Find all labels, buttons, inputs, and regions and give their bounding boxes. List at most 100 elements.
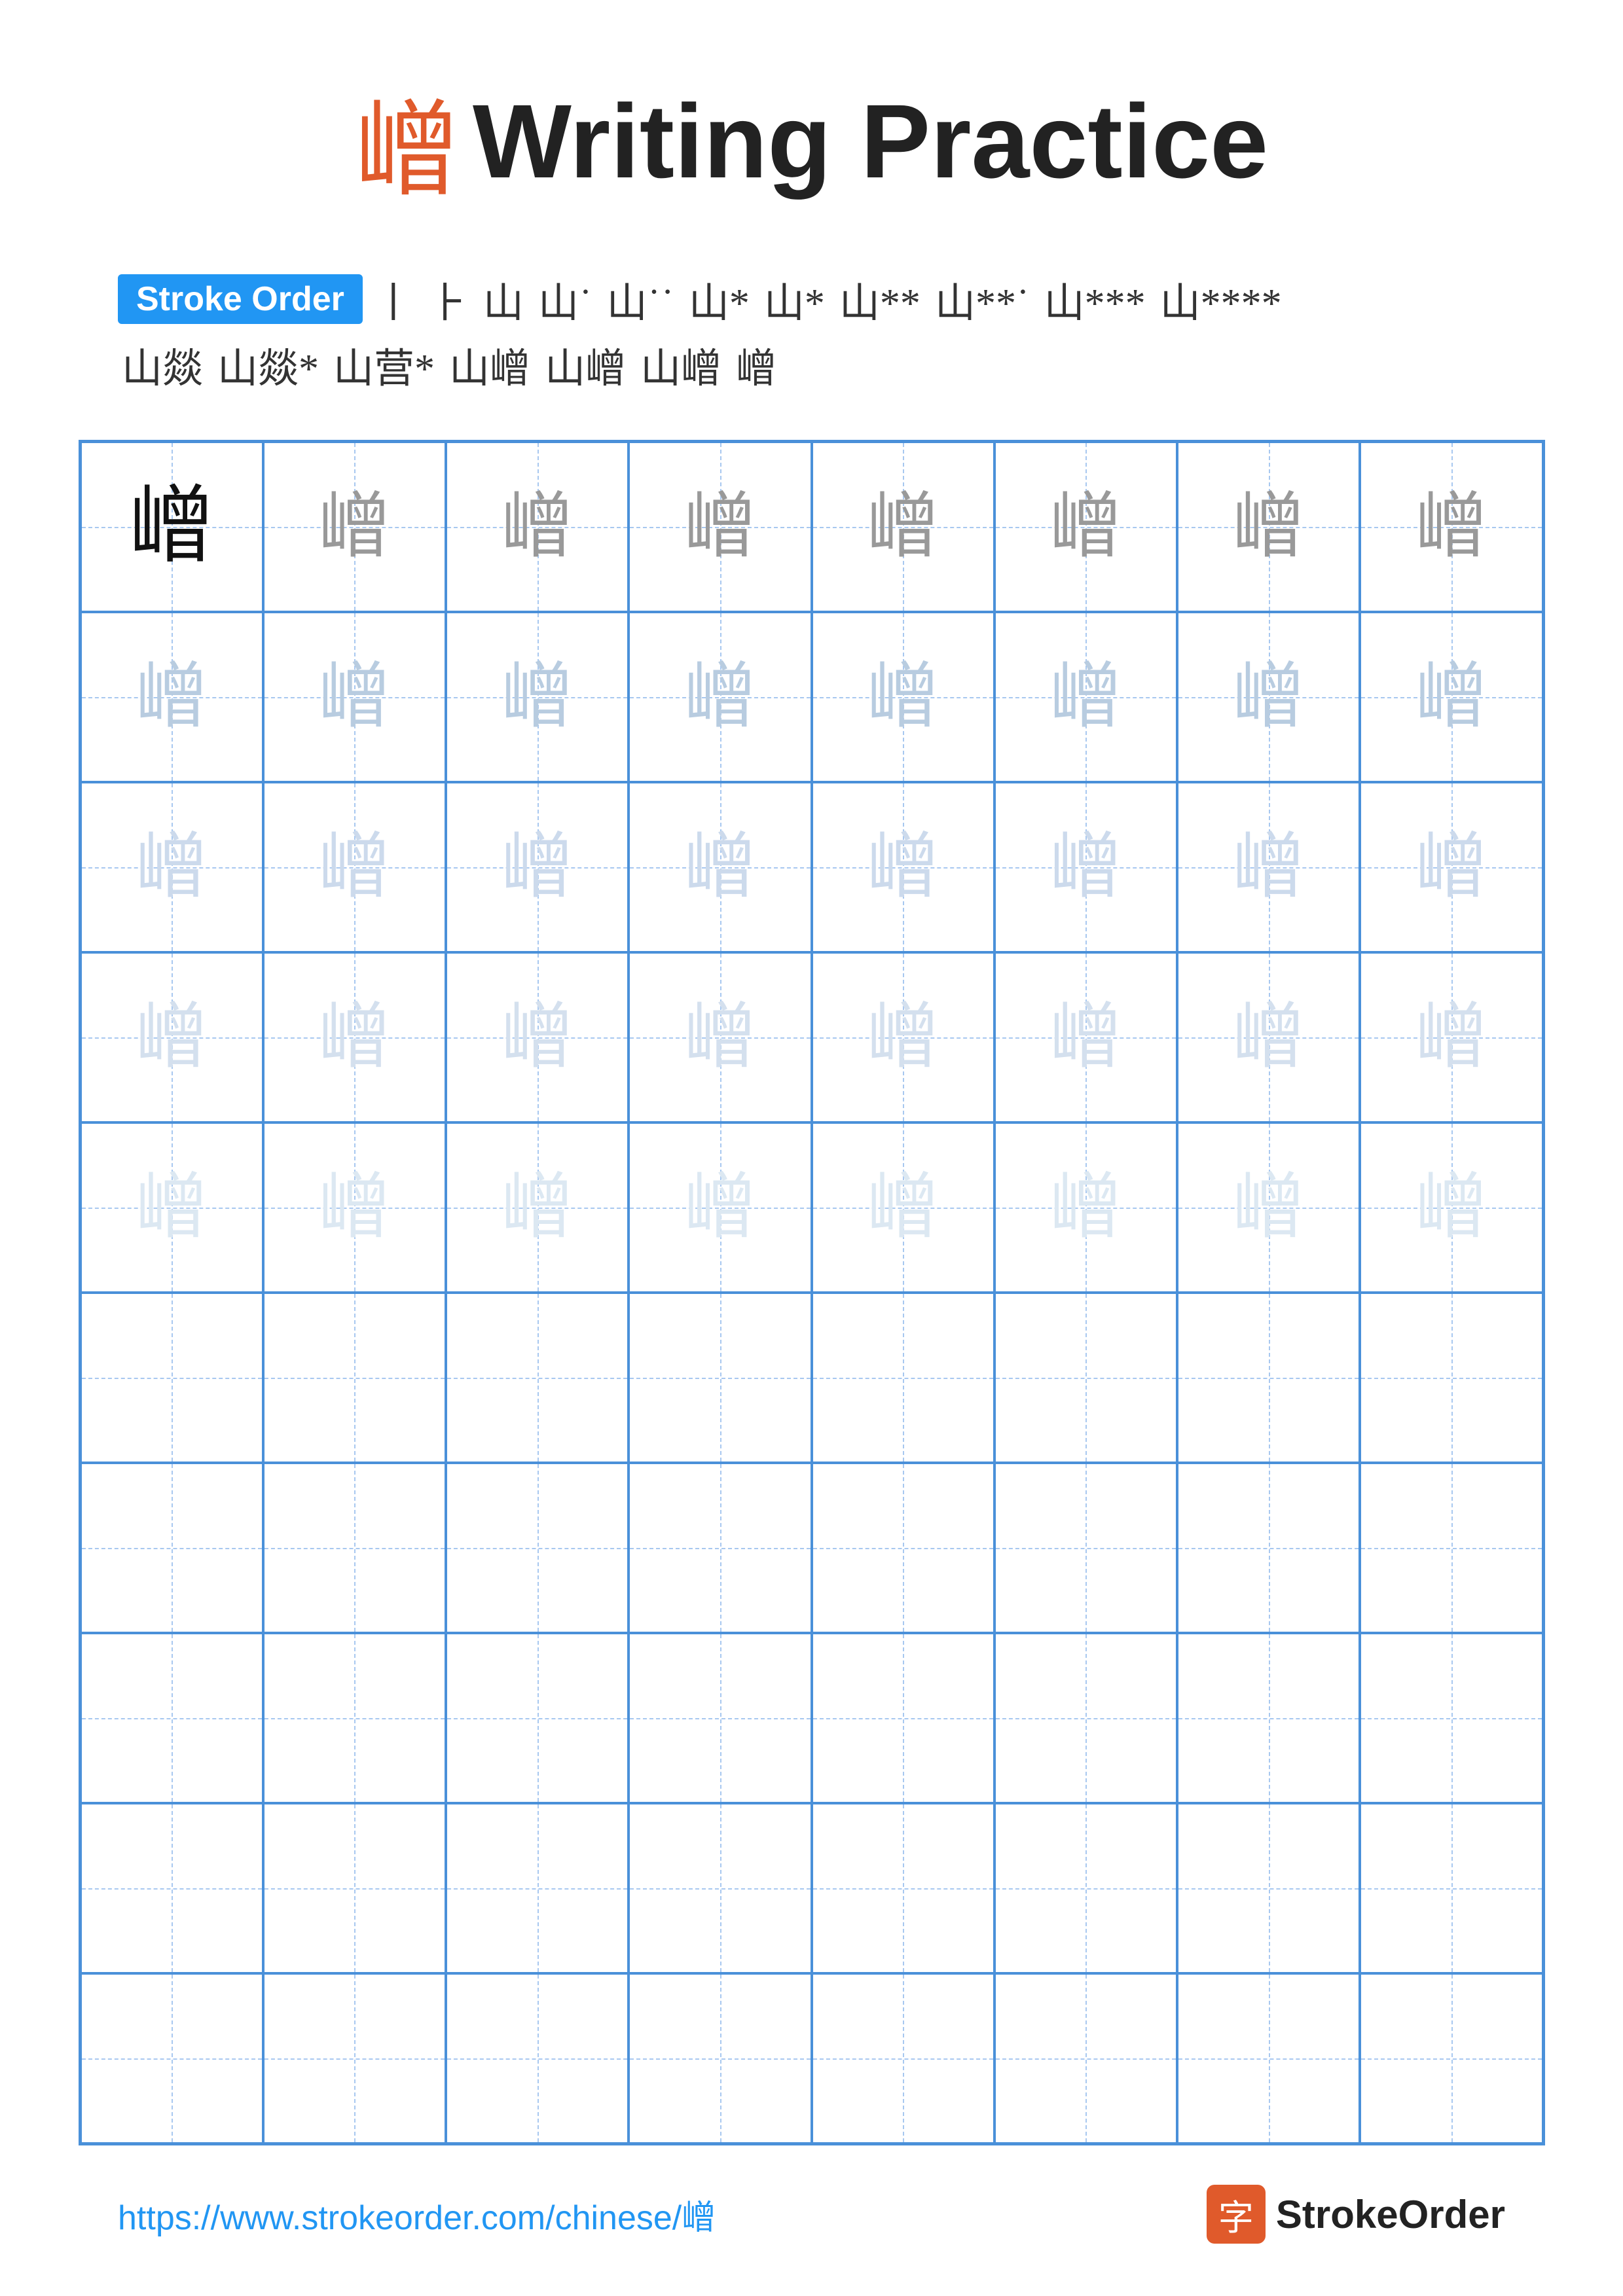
grid-cell[interactable]: 嶒: [1177, 952, 1360, 1122]
grid-cell[interactable]: 嶒: [81, 442, 263, 612]
grid-cell[interactable]: [1360, 1633, 1542, 1803]
grid-cell[interactable]: [81, 1463, 263, 1633]
grid-cell[interactable]: [446, 1293, 629, 1463]
cell-character: 嶒: [1049, 1172, 1122, 1244]
grid-cell[interactable]: [263, 1463, 446, 1633]
grid-cell[interactable]: 嶒: [446, 1122, 629, 1293]
cell-character: 嶒: [1415, 491, 1487, 563]
grid-cell[interactable]: [1360, 1973, 1542, 2144]
grid-cell[interactable]: 嶒: [1177, 782, 1360, 952]
grid-cell[interactable]: 嶒: [629, 1122, 811, 1293]
footer-url[interactable]: https://www.strokeorder.com/chinese/嶒: [118, 2190, 716, 2239]
grid-cell[interactable]: 嶒: [994, 612, 1177, 782]
cell-character: 嶒: [136, 661, 208, 733]
grid-cell[interactable]: [263, 1633, 446, 1803]
grid-cell[interactable]: 嶒: [629, 612, 811, 782]
grid-cell[interactable]: [812, 1633, 994, 1803]
grid-cell[interactable]: 嶒: [446, 952, 629, 1122]
grid-cell[interactable]: [629, 1633, 811, 1803]
grid-cell[interactable]: 嶒: [263, 442, 446, 612]
grid-cell[interactable]: 嶒: [1360, 442, 1542, 612]
cell-character: 嶒: [1049, 491, 1122, 563]
grid-cell[interactable]: 嶒: [994, 952, 1177, 1122]
grid-cell[interactable]: [446, 1463, 629, 1633]
grid-cell[interactable]: 嶒: [994, 782, 1177, 952]
grid-cell[interactable]: [1360, 1803, 1542, 1973]
grid-cell[interactable]: [994, 1973, 1177, 2144]
cell-character: 嶒: [867, 1172, 939, 1244]
grid-cell[interactable]: [629, 1293, 811, 1463]
grid-cell[interactable]: [263, 1293, 446, 1463]
grid-cell[interactable]: [994, 1803, 1177, 1973]
grid-cell[interactable]: [1177, 1293, 1360, 1463]
grid-cell[interactable]: [263, 1973, 446, 2144]
grid-cell[interactable]: [994, 1293, 1177, 1463]
grid-cell[interactable]: [81, 1973, 263, 2144]
grid-cell[interactable]: 嶒: [1360, 612, 1542, 782]
grid-cell[interactable]: [263, 1803, 446, 1973]
stroke-order-badge: Stroke Order: [118, 274, 363, 324]
grid-cell[interactable]: 嶒: [994, 442, 1177, 612]
grid-cell[interactable]: 嶒: [629, 782, 811, 952]
grid-cell[interactable]: 嶒: [263, 612, 446, 782]
grid-cell[interactable]: 嶒: [994, 1122, 1177, 1293]
grid-cell[interactable]: 嶒: [81, 1122, 263, 1293]
grid-cell[interactable]: 嶒: [812, 612, 994, 782]
cell-character: 嶒: [1233, 661, 1305, 733]
grid-cell[interactable]: 嶒: [263, 952, 446, 1122]
grid-cell[interactable]: [446, 1803, 629, 1973]
grid-cell[interactable]: 嶒: [81, 952, 263, 1122]
grid-cell[interactable]: 嶒: [812, 1122, 994, 1293]
stroke-order-row-2: 山燚 山燚* 山营* 山嶒 山嶒 山嶒 嶒: [118, 335, 1505, 394]
cell-character: 嶒: [684, 831, 756, 903]
stroke-step-13: 山燚*: [217, 335, 319, 394]
grid-cell[interactable]: 嶒: [1360, 1122, 1542, 1293]
grid-cell[interactable]: [994, 1633, 1177, 1803]
grid-cell[interactable]: [629, 1973, 811, 2144]
cell-character: 嶒: [501, 831, 574, 903]
grid-cell[interactable]: 嶒: [629, 442, 811, 612]
cell-character: 嶒: [129, 484, 214, 569]
grid-cell[interactable]: 嶒: [81, 612, 263, 782]
grid-cell[interactable]: 嶒: [446, 612, 629, 782]
grid-cell[interactable]: [1177, 1463, 1360, 1633]
grid-cell[interactable]: 嶒: [812, 952, 994, 1122]
grid-cell[interactable]: [1177, 1633, 1360, 1803]
grid-cell[interactable]: [1177, 1973, 1360, 2144]
grid-cell[interactable]: [1360, 1463, 1542, 1633]
grid-cell[interactable]: 嶒: [263, 1122, 446, 1293]
cell-character: 嶒: [318, 1001, 390, 1073]
grid-cell[interactable]: [812, 1973, 994, 2144]
grid-cell[interactable]: [994, 1463, 1177, 1633]
grid-cell[interactable]: 嶒: [629, 952, 811, 1122]
grid-cell[interactable]: 嶒: [1360, 782, 1542, 952]
grid-cell[interactable]: [1177, 1803, 1360, 1973]
grid-cell[interactable]: 嶒: [446, 782, 629, 952]
stroke-step-8: 山**: [839, 270, 921, 329]
stroke-step-14: 山营*: [333, 335, 435, 394]
grid-cell[interactable]: [1360, 1293, 1542, 1463]
grid-cell[interactable]: [812, 1463, 994, 1633]
grid-cell[interactable]: [81, 1293, 263, 1463]
grid-cell[interactable]: [446, 1973, 629, 2144]
grid-cell[interactable]: [629, 1803, 811, 1973]
stroke-step-4: 山˙: [538, 270, 593, 329]
grid-cell[interactable]: [81, 1633, 263, 1803]
grid-cell[interactable]: 嶒: [1177, 1122, 1360, 1293]
grid-cell[interactable]: 嶒: [1177, 612, 1360, 782]
grid-cell[interactable]: 嶒: [81, 782, 263, 952]
stroke-step-11: 山****: [1160, 270, 1282, 329]
grid-cell[interactable]: [812, 1803, 994, 1973]
grid-cell[interactable]: 嶒: [1177, 442, 1360, 612]
grid-cell[interactable]: [81, 1803, 263, 1973]
grid-cell[interactable]: 嶒: [812, 442, 994, 612]
grid-cell[interactable]: [446, 1633, 629, 1803]
grid-cell[interactable]: 嶒: [446, 442, 629, 612]
grid-cell[interactable]: 嶒: [812, 782, 994, 952]
grid-cell[interactable]: [629, 1463, 811, 1633]
grid-cell[interactable]: 嶒: [263, 782, 446, 952]
grid-cell[interactable]: [812, 1293, 994, 1463]
grid-cell[interactable]: 嶒: [1360, 952, 1542, 1122]
cell-character: 嶒: [1233, 831, 1305, 903]
stroke-order-section: Stroke Order 丨 ⺊ 山 山˙ 山˙˙ 山* 山* 山** 山**˙…: [79, 270, 1544, 401]
